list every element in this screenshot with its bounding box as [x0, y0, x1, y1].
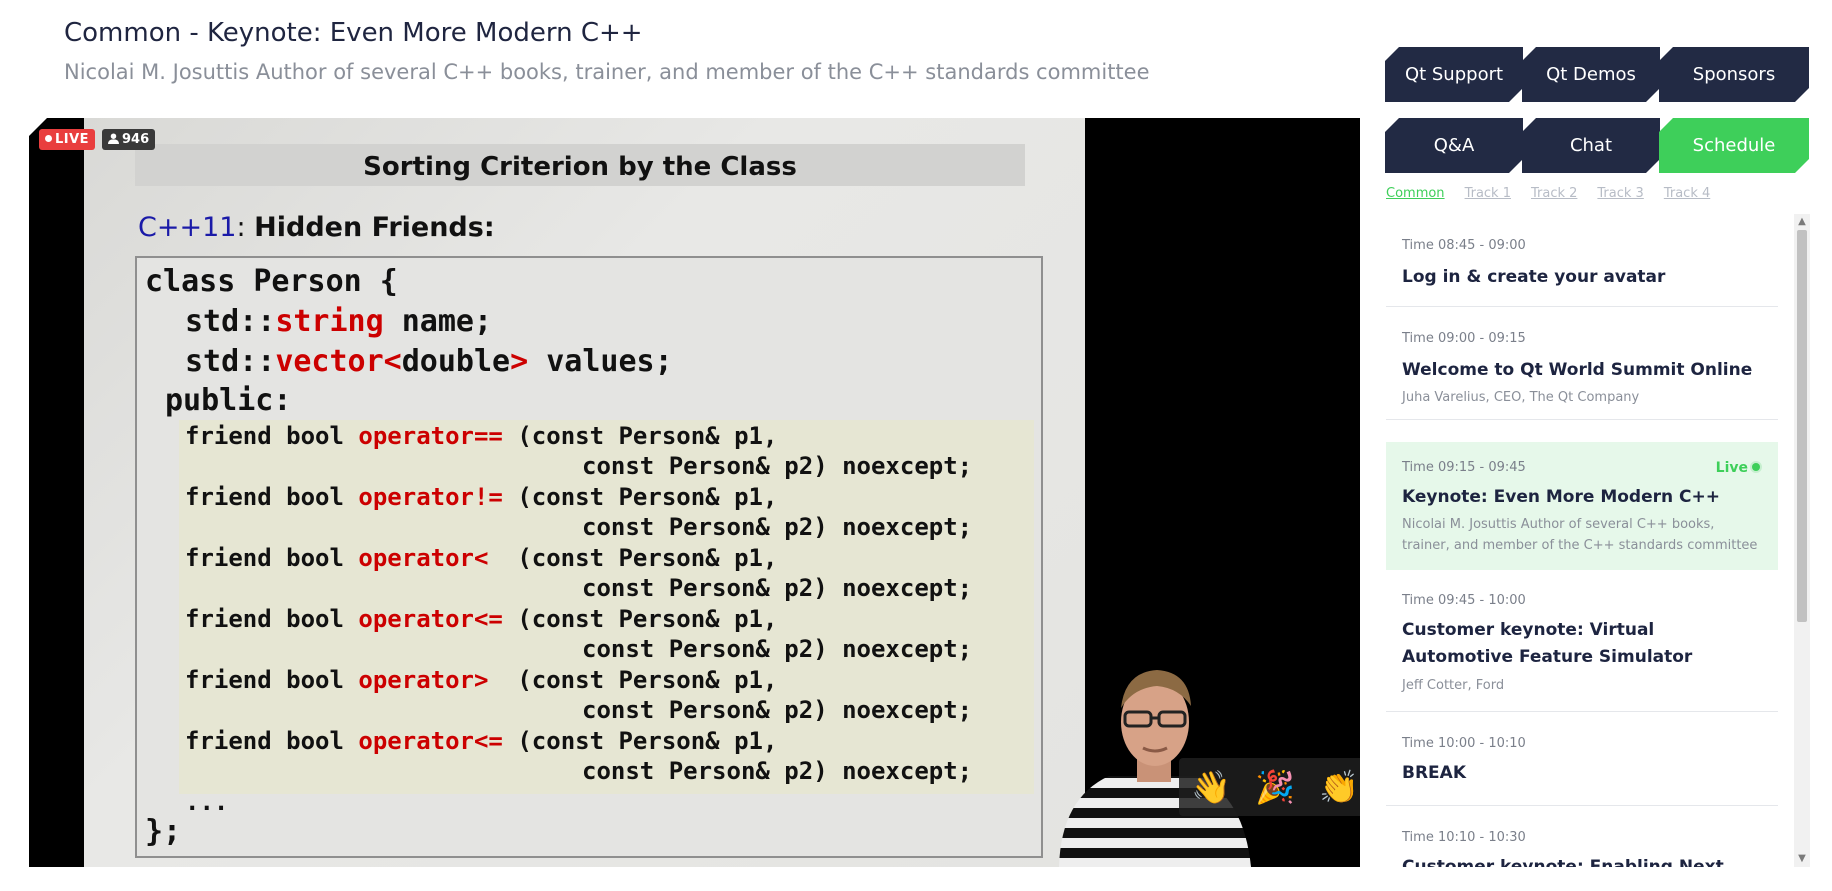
slide-title: Sorting Criterion by the Class — [363, 152, 797, 182]
subtab-common[interactable]: Common — [1386, 186, 1445, 201]
tab-label: Qt Support — [1404, 64, 1504, 85]
code-line: friend bool operator== (const Person& p1… — [185, 422, 778, 450]
tab-label: Chat — [1569, 135, 1613, 156]
schedule-item[interactable]: Time 08:45 - 09:00 Log in & create your … — [1386, 214, 1778, 307]
live-badge: LIVE — [39, 129, 96, 150]
subtab-track-2[interactable]: Track 2 — [1531, 186, 1577, 201]
slide-subtitle-sep: : — [236, 212, 255, 243]
code-line: class Person { — [145, 264, 398, 299]
code-line: }; — [145, 814, 182, 849]
code-line: friend bool operator> (const Person& p1, — [185, 666, 778, 694]
schedule-time: Time 09:45 - 10:00 — [1402, 593, 1526, 608]
schedule-item[interactable]: Time 09:45 - 10:00 Customer keynote: Vir… — [1386, 571, 1778, 712]
code-line: public: — [165, 383, 292, 418]
schedule-time: Time 10:00 - 10:10 — [1402, 736, 1526, 751]
viewer-count-badge: 946 — [102, 129, 156, 150]
code-line: std::string name; — [185, 304, 493, 339]
party-reaction-button[interactable]: 🎉 — [1255, 768, 1295, 806]
slide-subtitle: C++11: Hidden Friends: — [138, 212, 495, 243]
schedule-title: Keynote: Even More Modern C++ — [1402, 487, 1720, 507]
code-line: const Person& p2) noexcept; — [582, 757, 973, 785]
tab-sponsors[interactable]: Sponsors — [1659, 47, 1809, 102]
schedule-speaker: Jeff Cotter, Ford — [1402, 678, 1505, 693]
clap-reaction-button[interactable]: 👏 — [1319, 768, 1359, 806]
code-line: const Person& p2) noexcept; — [582, 452, 973, 480]
schedule-item[interactable]: Time 10:00 - 10:10 BREAK — [1386, 712, 1778, 806]
code-line: const Person& p2) noexcept; — [582, 513, 973, 541]
slide-frame: Sorting Criterion by the Class C++11: Hi… — [84, 118, 1085, 867]
code-line: const Person& p2) noexcept; — [582, 696, 973, 724]
page-title: Common - Keynote: Even More Modern C++ — [64, 18, 643, 48]
code-line: friend bool operator<= (const Person& p1… — [185, 727, 778, 755]
live-indicator: Live — [1716, 460, 1760, 476]
schedule-item[interactable]: Time 10:10 - 10:30 Customer keynote: Ena… — [1386, 806, 1778, 867]
live-dot-icon — [1752, 463, 1760, 471]
slide-title-bar: Sorting Criterion by the Class — [135, 144, 1025, 186]
tab-label: Qt Demos — [1546, 64, 1636, 85]
live-badge-label: LIVE — [55, 132, 90, 147]
live-dot-icon — [45, 135, 52, 142]
schedule-title: BREAK — [1402, 763, 1466, 783]
user-icon — [108, 133, 119, 144]
tab-qt-support[interactable]: Qt Support — [1385, 47, 1523, 102]
live-label: Live — [1715, 460, 1748, 476]
schedule-title: Customer keynote: Enabling Next Generati… — [1402, 857, 1724, 867]
tab-chat[interactable]: Chat — [1522, 118, 1660, 173]
tab-label: Schedule — [1692, 135, 1776, 156]
tab-label: Sponsors — [1692, 64, 1776, 85]
scroll-up-icon[interactable]: ▲ — [1794, 214, 1810, 230]
tab-label: Q&A — [1433, 135, 1475, 156]
schedule-list: Time 08:45 - 09:00 Log in & create your … — [1386, 214, 1778, 867]
tab-schedule[interactable]: Schedule — [1659, 118, 1809, 173]
schedule-time: Time 09:00 - 09:15 — [1402, 331, 1526, 346]
page-subtitle: Nicolai M. Josuttis Author of several C+… — [64, 60, 1150, 84]
slide-subtitle-main: Hidden Friends: — [254, 212, 495, 243]
scroll-down-icon[interactable]: ▼ — [1794, 851, 1810, 867]
schedule-speaker: Nicolai M. Josuttis Author of several C+… — [1402, 517, 1758, 553]
schedule-time: Time 10:10 - 10:30 — [1402, 830, 1526, 845]
code-line: const Person& p2) noexcept; — [582, 635, 973, 663]
tab-qt-demos[interactable]: Qt Demos — [1522, 47, 1660, 102]
schedule-item[interactable]: Time 09:00 - 09:15 Welcome to Qt World S… — [1386, 307, 1778, 420]
viewer-count: 946 — [122, 132, 150, 147]
subtab-track-4[interactable]: Track 4 — [1664, 186, 1710, 201]
schedule-time: Time 08:45 - 09:00 — [1402, 238, 1526, 253]
schedule-title: Customer keynote: Virtual Automotive Fea… — [1402, 620, 1693, 667]
subtab-track-1[interactable]: Track 1 — [1465, 186, 1511, 201]
schedule-time: Time 09:15 - 09:45 — [1402, 460, 1526, 475]
code-box: class Person { std::string name; std::ve… — [135, 256, 1043, 858]
code-line: friend bool operator< (const Person& p1, — [185, 544, 778, 572]
schedule-scrollbar[interactable]: ▲ ▼ — [1794, 214, 1810, 867]
code-line: friend bool operator<= (const Person& p1… — [185, 605, 778, 633]
code-line: const Person& p2) noexcept; — [582, 574, 973, 602]
tab-qa[interactable]: Q&A — [1385, 118, 1523, 173]
code-line: std::vector<double> values; — [185, 344, 673, 379]
schedule-item-live[interactable]: Time 09:15 - 09:45 Live Keynote: Even Mo… — [1386, 442, 1778, 570]
wave-reaction-button[interactable]: 👋 — [1191, 768, 1231, 806]
schedule-title: Welcome to Qt World Summit Online — [1402, 360, 1753, 380]
subtab-track-3[interactable]: Track 3 — [1597, 186, 1643, 201]
reactions-bar: 👋 🎉 👏 — [1179, 758, 1360, 816]
track-subtabs: Common Track 1 Track 2 Track 3 Track 4 — [1386, 186, 1710, 201]
slide-subtitle-prefix: C++11 — [138, 212, 237, 243]
scroll-thumb[interactable] — [1797, 230, 1807, 622]
schedule-speaker: Juha Varelius, CEO, The Qt Company — [1402, 390, 1640, 405]
code-line: friend bool operator!= (const Person& p1… — [185, 483, 778, 511]
code-line: ... — [185, 788, 229, 816]
schedule-title: Log in & create your avatar — [1402, 267, 1666, 287]
video-player[interactable]: Sorting Criterion by the Class C++11: Hi… — [29, 118, 1360, 867]
